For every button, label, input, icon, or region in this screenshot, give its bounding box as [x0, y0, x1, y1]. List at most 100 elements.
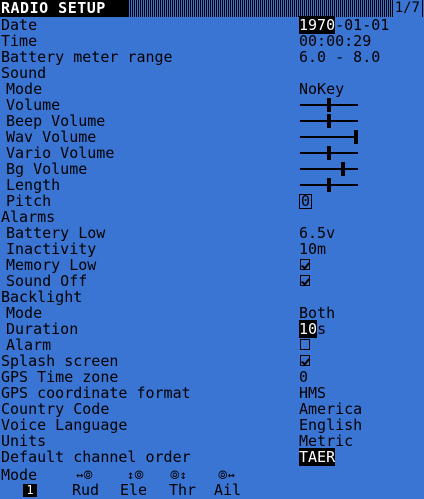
row-duration[interactable]: Duration 10s — [0, 320, 424, 338]
slider-knob[interactable] — [341, 162, 345, 176]
gps-coord-value[interactable]: HMS — [299, 385, 326, 401]
vario-volume-label: Vario Volume — [6, 144, 115, 162]
slider-track — [300, 168, 358, 170]
bg-volume-slider[interactable] — [300, 161, 358, 177]
slider-knob[interactable] — [327, 98, 331, 112]
row-wav-volume[interactable]: Wav Volume — [0, 129, 424, 145]
row-gps-coord[interactable]: GPS coordinate format HMS — [0, 385, 424, 401]
inactivity-value[interactable]: 10m — [299, 241, 326, 257]
row-pitch[interactable]: Pitch 0 — [0, 193, 424, 209]
units-label: Units — [1, 432, 47, 450]
section-backlight: Backlight — [0, 289, 424, 305]
row-mode[interactable]: Mode ↔⦾ ↕⦾ ⦾↕ ⦾↔ — [0, 467, 424, 483]
row-bg-volume[interactable]: Bg Volume — [0, 161, 424, 177]
title-bar: RADIO SETUP 1/7 — [0, 0, 424, 17]
inactivity-label: Inactivity — [6, 240, 97, 258]
beep-volume-label: Beep Volume — [6, 112, 106, 130]
row-mode-sticks[interactable]: 1 Rud Ele Thr Ail — [0, 483, 424, 498]
row-gps-timezone[interactable]: GPS Time zone 0 — [0, 369, 424, 385]
wav-volume-label: Wav Volume — [6, 128, 97, 146]
row-battery-range[interactable]: Battery meter range 6.0 - 8.0 — [0, 49, 424, 65]
slider-track — [300, 136, 358, 138]
stick-ail: Ail — [214, 481, 242, 499]
backlight-section-label: Backlight — [1, 288, 83, 306]
channel-order-label: Default channel order — [1, 448, 191, 466]
beep-volume-slider[interactable] — [300, 113, 358, 129]
country-code-label: Country Code — [1, 400, 110, 418]
row-sound-off[interactable]: Sound Off — [0, 273, 424, 289]
title-bar-pattern — [128, 0, 424, 17]
stick-ele: Ele — [120, 481, 148, 499]
memory-low-label: Memory Low — [6, 256, 97, 274]
splash-checkbox[interactable] — [300, 355, 310, 366]
row-length[interactable]: Length — [0, 177, 424, 193]
row-units[interactable]: Units Metric — [0, 433, 424, 449]
voice-language-value[interactable]: English — [299, 417, 362, 433]
duration-label: Duration — [6, 320, 79, 338]
row-time[interactable]: Time 00:00:29 — [0, 33, 424, 49]
row-memory-low[interactable]: Memory Low — [0, 257, 424, 273]
section-alarms: Alarms — [0, 209, 424, 225]
sound-section-label: Sound — [1, 64, 47, 82]
alarms-section-label: Alarms — [1, 208, 56, 226]
row-volume[interactable]: Volume — [0, 97, 424, 113]
row-battery-low[interactable]: Battery Low 6.5v — [0, 225, 424, 241]
wav-volume-slider[interactable] — [300, 129, 358, 145]
row-channel-order[interactable]: Default channel order TAER — [0, 448, 424, 466]
pitch-value-box[interactable]: 0 — [299, 194, 313, 209]
slider-knob[interactable] — [327, 178, 331, 192]
sound-mode-label: Mode — [6, 80, 43, 98]
mode-label: Mode — [1, 466, 38, 484]
row-beep-volume[interactable]: Beep Volume — [0, 113, 424, 129]
duration-unit: s — [317, 320, 327, 338]
bg-volume-label: Bg Volume — [6, 160, 88, 178]
mode-number[interactable]: 1 — [23, 484, 37, 497]
duration-number[interactable]: 10 — [299, 320, 318, 338]
duration-value[interactable]: 10s — [299, 320, 327, 338]
gps-coord-label: GPS coordinate format — [1, 384, 191, 402]
sound-mode-value[interactable]: NoKey — [299, 81, 344, 97]
slider-knob[interactable] — [327, 114, 331, 128]
volume-slider[interactable] — [300, 97, 358, 113]
battery-range-value[interactable]: 6.0 - 8.0 — [299, 49, 380, 65]
stick-thr: Thr — [169, 481, 197, 499]
backlight-mode-label: Mode — [6, 304, 43, 322]
units-value[interactable]: Metric — [299, 433, 353, 449]
row-alarm[interactable]: Alarm — [0, 337, 424, 353]
row-splash[interactable]: Splash screen — [0, 353, 424, 369]
pitch-value[interactable]: 0 — [299, 193, 313, 209]
section-sound: Sound — [0, 65, 424, 81]
page-title: RADIO SETUP — [0, 0, 129, 17]
slider-knob[interactable] — [327, 146, 331, 160]
memory-low-checkbox[interactable] — [300, 259, 310, 270]
vario-volume-slider[interactable] — [300, 145, 358, 161]
row-country-code[interactable]: Country Code America — [0, 401, 424, 417]
row-vario-volume[interactable]: Vario Volume — [0, 145, 424, 161]
gps-timezone-label: GPS Time zone — [1, 368, 119, 386]
date-label: Date — [1, 16, 38, 34]
row-date[interactable]: Date 1970-01-01 — [0, 16, 424, 34]
page-indicator: 1/7 — [392, 0, 422, 17]
alarm-checkbox[interactable] — [300, 339, 310, 350]
stick-rud: Rud — [72, 481, 100, 499]
battery-low-value[interactable]: 6.5v — [299, 225, 335, 241]
length-slider[interactable] — [300, 177, 358, 193]
channel-order-value[interactable]: TAER — [299, 448, 336, 466]
sound-off-checkbox[interactable] — [300, 275, 310, 286]
time-value[interactable]: 00:00:29 — [299, 33, 371, 49]
battery-range-label: Battery meter range — [1, 48, 173, 66]
slider-knob[interactable] — [354, 130, 358, 144]
backlight-mode-value[interactable]: Both — [299, 305, 335, 321]
volume-label: Volume — [6, 96, 61, 114]
country-code-value[interactable]: America — [299, 401, 362, 417]
length-label: Length — [6, 176, 61, 194]
alarm-label: Alarm — [6, 336, 52, 354]
gps-timezone-value[interactable]: 0 — [299, 369, 308, 385]
row-voice-language[interactable]: Voice Language English — [0, 417, 424, 433]
row-backlight-mode[interactable]: Mode Both — [0, 305, 424, 321]
channel-order-field[interactable]: TAER — [299, 448, 336, 466]
row-sound-mode[interactable]: Mode NoKey — [0, 81, 424, 97]
voice-language-label: Voice Language — [1, 416, 128, 434]
row-inactivity[interactable]: Inactivity 10m — [0, 241, 424, 257]
date-value[interactable]: 1970-01-01 — [299, 16, 389, 34]
